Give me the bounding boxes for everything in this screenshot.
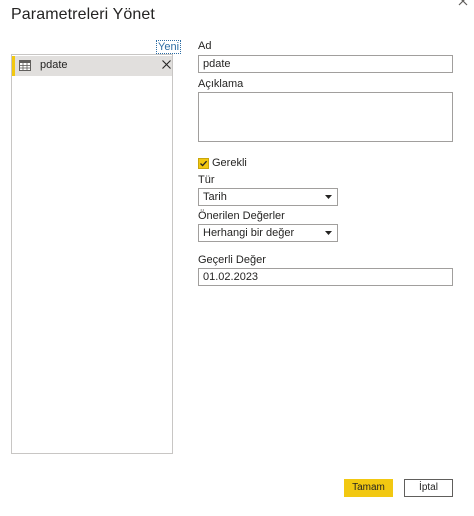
new-parameter-link[interactable]: Yeni	[156, 40, 182, 54]
parameter-list: pdate	[11, 54, 173, 454]
required-checkbox[interactable]	[198, 158, 209, 169]
parameter-list-item[interactable]: pdate	[12, 56, 172, 76]
table-icon	[19, 60, 31, 71]
selection-accent	[12, 56, 15, 76]
checkmark-icon	[200, 160, 208, 167]
current-value-label: Geçerli Değer	[198, 254, 266, 266]
remove-parameter-icon[interactable]	[162, 60, 171, 69]
dialog-title: Parametreleri Yönet	[11, 6, 155, 23]
type-select-value: Tarih	[203, 191, 227, 203]
chevron-down-icon	[325, 231, 332, 235]
chevron-down-icon	[325, 195, 332, 199]
suggested-values-select[interactable]: Herhangi bir değer	[198, 224, 338, 242]
name-label: Ad	[198, 40, 212, 52]
cancel-button[interactable]: İptal	[404, 479, 453, 497]
type-select[interactable]: Tarih	[198, 188, 338, 206]
suggested-values-select-value: Herhangi bir değer	[203, 227, 295, 239]
name-field[interactable]: pdate	[198, 55, 453, 73]
description-label: Açıklama	[198, 78, 244, 90]
ok-button[interactable]: Tamam	[344, 479, 393, 497]
type-label: Tür	[198, 174, 215, 186]
parameter-name: pdate	[40, 59, 68, 71]
required-label: Gerekli	[212, 157, 247, 169]
suggested-values-label: Önerilen Değerler	[198, 210, 285, 222]
description-field[interactable]	[198, 92, 453, 142]
current-value-field[interactable]: 01.02.2023	[198, 268, 453, 286]
close-icon[interactable]	[456, 0, 470, 8]
